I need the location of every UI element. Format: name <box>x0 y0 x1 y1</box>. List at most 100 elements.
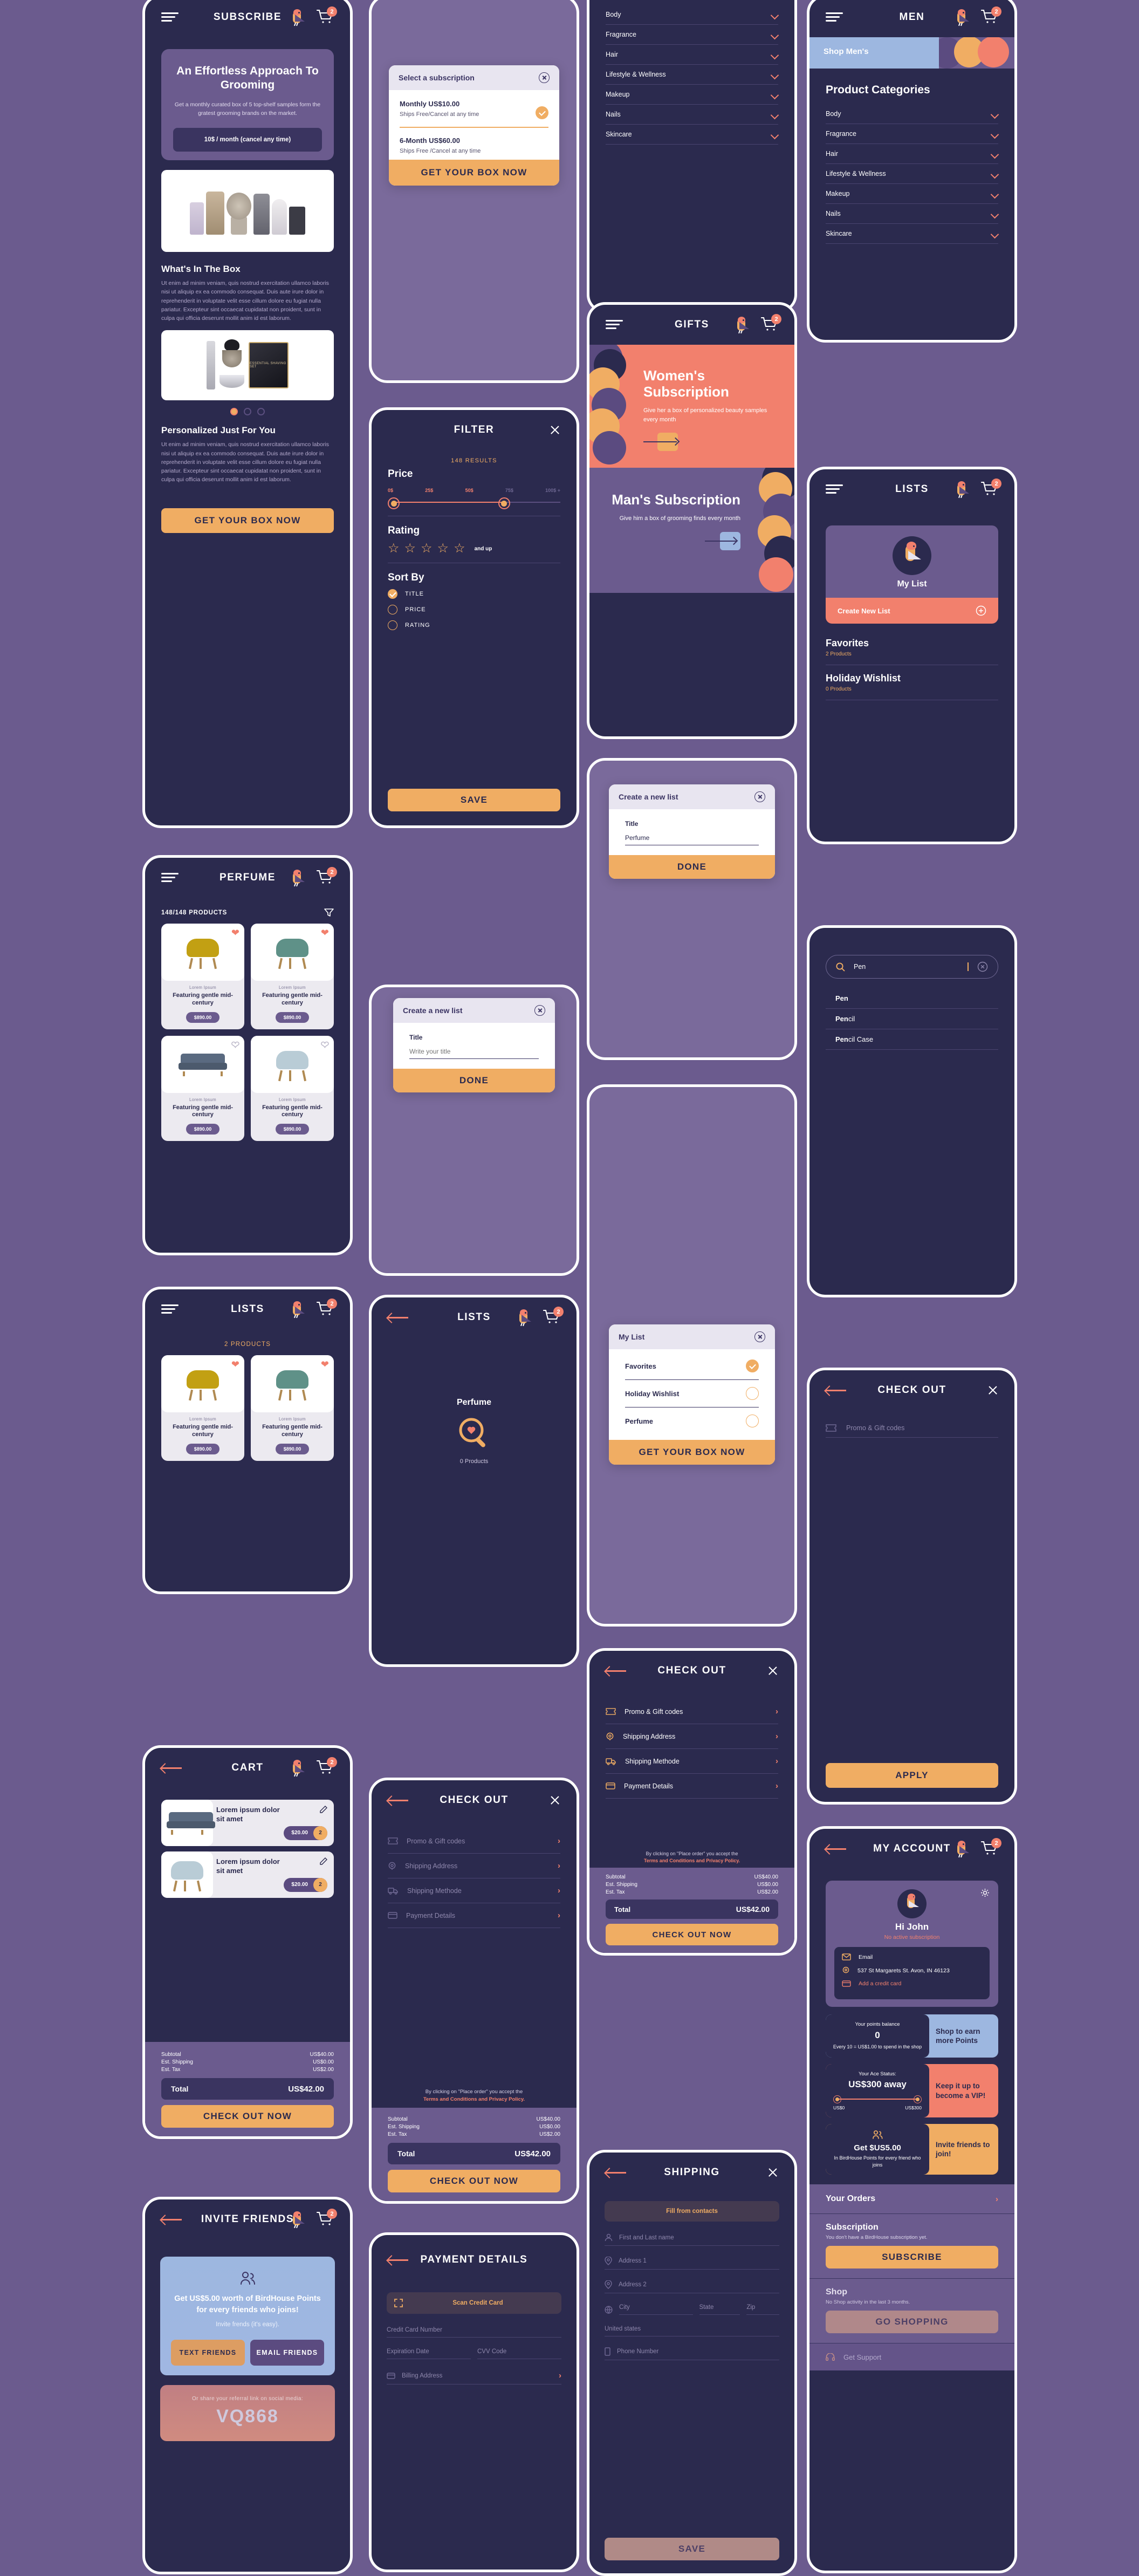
done-button[interactable]: DONE <box>609 855 775 879</box>
category-item[interactable]: Skincare <box>606 125 778 145</box>
checkout-row[interactable]: Shipping Address › <box>606 1724 778 1749</box>
star-icon[interactable]: ☆ <box>454 542 465 555</box>
apply-button[interactable]: APPLY <box>826 1763 998 1788</box>
expiration-date-field[interactable]: Expiration Date <box>387 2348 471 2359</box>
back-arrow-icon[interactable] <box>388 2254 409 2265</box>
account-row[interactable]: Add a credit card <box>842 1980 982 1987</box>
price-pill[interactable]: 10$ / month (cancel any time) <box>173 128 322 152</box>
gift-arrow-womens[interactable] <box>643 433 780 452</box>
hamburger-menu-icon[interactable] <box>161 873 179 883</box>
save-button[interactable]: SAVE <box>605 2538 779 2560</box>
cart-icon[interactable]: 2 <box>980 6 1001 25</box>
search-input[interactable]: Pen <box>826 955 998 979</box>
points-card[interactable]: Your points balance 0 Every 10 = US$1.00… <box>826 2014 998 2058</box>
cart-icon[interactable]: 2 <box>980 479 1001 497</box>
checkout-row[interactable]: Promo & Gift codes › <box>388 1829 560 1854</box>
list-title-input[interactable] <box>409 1044 539 1059</box>
terms-link[interactable]: Terms and Conditions and Privacy Policy. <box>606 1858 778 1863</box>
account-row[interactable]: 537 St Margarets St. Avon, IN 46123 <box>842 1966 982 1974</box>
back-arrow-icon[interactable] <box>606 2167 627 2178</box>
category-item[interactable]: Body <box>826 104 998 124</box>
sort-option-rating[interactable]: RATING <box>388 620 560 630</box>
bird-logo-icon[interactable] <box>955 481 969 497</box>
back-arrow-icon[interactable] <box>388 1312 409 1323</box>
category-item[interactable]: Nails <box>606 105 778 125</box>
gear-icon[interactable] <box>980 1888 990 1897</box>
sort-option-price[interactable]: PRICE <box>388 605 560 614</box>
my-list-option[interactable]: Favorites <box>625 1352 759 1380</box>
bird-logo-icon[interactable] <box>291 9 305 25</box>
hamburger-menu-icon[interactable] <box>606 320 623 330</box>
done-button[interactable]: DONE <box>393 1069 555 1092</box>
checkout-now-button[interactable]: CHECK OUT NOW <box>606 1924 778 1945</box>
subscribe-button[interactable]: SUBSCRIBE <box>826 2246 998 2269</box>
promo-code-input[interactable]: Promo & Gift codes <box>826 1424 998 1438</box>
product-card[interactable]: ❤ Lorem Ipsum Featuring gentle mid-centu… <box>161 1355 244 1461</box>
product-card[interactable]: ❤ Lorem Ipsum Featuring gentle mid-centu… <box>161 924 244 1029</box>
carousel-dots[interactable] <box>161 408 334 416</box>
shipping-field-city[interactable]: City <box>619 2304 693 2315</box>
subscription-option-monthly[interactable]: Monthly US$10.00 Ships Free/Cancel at an… <box>400 100 548 119</box>
carousel-dot[interactable] <box>244 408 251 416</box>
cart-item-price-qty[interactable]: $20.00 2 <box>284 1877 327 1892</box>
category-item[interactable]: Lifestyle & Wellness <box>606 65 778 85</box>
search-suggestion[interactable]: Pencil <box>826 1009 998 1029</box>
star-icon[interactable]: ☆ <box>437 542 449 555</box>
product-price[interactable]: $890.00 <box>186 1012 220 1023</box>
product-card[interactable]: ❤ Lorem Ipsum Featuring gentle mid-centu… <box>251 1355 334 1461</box>
shipping-field-name[interactable]: First and Last name <box>605 2233 779 2246</box>
close-icon[interactable] <box>550 425 560 435</box>
my-list-option[interactable]: Perfume <box>625 1407 759 1434</box>
category-item[interactable]: Skincare <box>826 224 998 244</box>
cart-icon[interactable]: 2 <box>316 6 337 25</box>
search-suggestion[interactable]: Pencil Case <box>826 1029 998 1050</box>
price-handle-max[interactable] <box>498 497 510 509</box>
back-arrow-icon[interactable] <box>161 1762 183 1773</box>
cart-item-qty[interactable]: 2 <box>313 1826 327 1840</box>
my-list-option[interactable]: Holiday Wishlist <box>625 1380 759 1407</box>
hamburger-menu-icon[interactable] <box>826 12 843 22</box>
favorite-heart-icon[interactable]: ❤ <box>231 1040 240 1050</box>
list-title-input[interactable]: Perfume <box>625 831 759 845</box>
account-row[interactable]: Email <box>842 1953 982 1960</box>
back-arrow-icon[interactable] <box>388 1795 409 1806</box>
shipping-field-zip[interactable]: Zip <box>746 2304 779 2315</box>
cart-icon[interactable]: 2 <box>316 2209 337 2227</box>
checkout-now-button[interactable]: CHECK OUT NOW <box>161 2105 334 2128</box>
scan-credit-card-button[interactable]: Scan Credit Card <box>387 2292 561 2314</box>
category-item[interactable]: Lifestyle & Wellness <box>826 164 998 184</box>
create-new-list-button[interactable]: Create New List <box>826 598 998 624</box>
bird-logo-icon[interactable] <box>291 870 305 886</box>
search-suggestion[interactable]: Pen <box>826 988 998 1009</box>
bird-logo-icon[interactable] <box>735 317 749 333</box>
checkout-row[interactable]: Shipping Address › <box>388 1854 560 1878</box>
back-arrow-icon[interactable] <box>161 2214 183 2225</box>
back-arrow-icon[interactable] <box>606 1665 627 1676</box>
bird-logo-icon[interactable] <box>955 1841 969 1857</box>
hamburger-menu-icon[interactable] <box>161 12 179 22</box>
bird-logo-icon[interactable] <box>291 1301 305 1317</box>
email-friends-button[interactable]: EMAIL FRIENDS <box>250 2340 324 2366</box>
category-item[interactable]: Makeup <box>606 85 778 105</box>
terms-link[interactable]: Terms and Conditions and Privacy Policy. <box>388 2096 560 2102</box>
product-price[interactable]: $890.00 <box>275 1124 310 1135</box>
cart-icon[interactable]: 2 <box>760 314 781 333</box>
close-icon[interactable] <box>767 1665 778 1676</box>
product-price[interactable]: $890.00 <box>275 1443 310 1454</box>
favorite-heart-icon[interactable]: ❤ <box>320 1040 330 1050</box>
sort-option-title[interactable]: TITLE <box>388 589 560 599</box>
star-icon[interactable]: ☆ <box>388 542 400 555</box>
shipping-field-address2[interactable]: Address 2 <box>605 2280 779 2293</box>
saved-list-item[interactable]: Favorites 2 Products <box>826 638 998 665</box>
checkout-row[interactable]: Shipping Methode › <box>606 1749 778 1774</box>
hamburger-menu-icon[interactable] <box>826 484 843 494</box>
category-item[interactable]: Hair <box>826 144 998 164</box>
favorite-heart-icon[interactable]: ❤ <box>231 1359 239 1369</box>
back-arrow-icon[interactable] <box>826 1385 847 1396</box>
my-list-card[interactable]: My List Create New List <box>826 525 998 624</box>
product-price[interactable]: $890.00 <box>186 1124 220 1135</box>
bird-logo-icon[interactable] <box>291 1760 305 1776</box>
close-icon[interactable] <box>754 791 765 802</box>
bird-logo-icon[interactable] <box>291 2211 305 2227</box>
get-box-button[interactable]: GET YOUR BOX NOW <box>161 508 334 533</box>
